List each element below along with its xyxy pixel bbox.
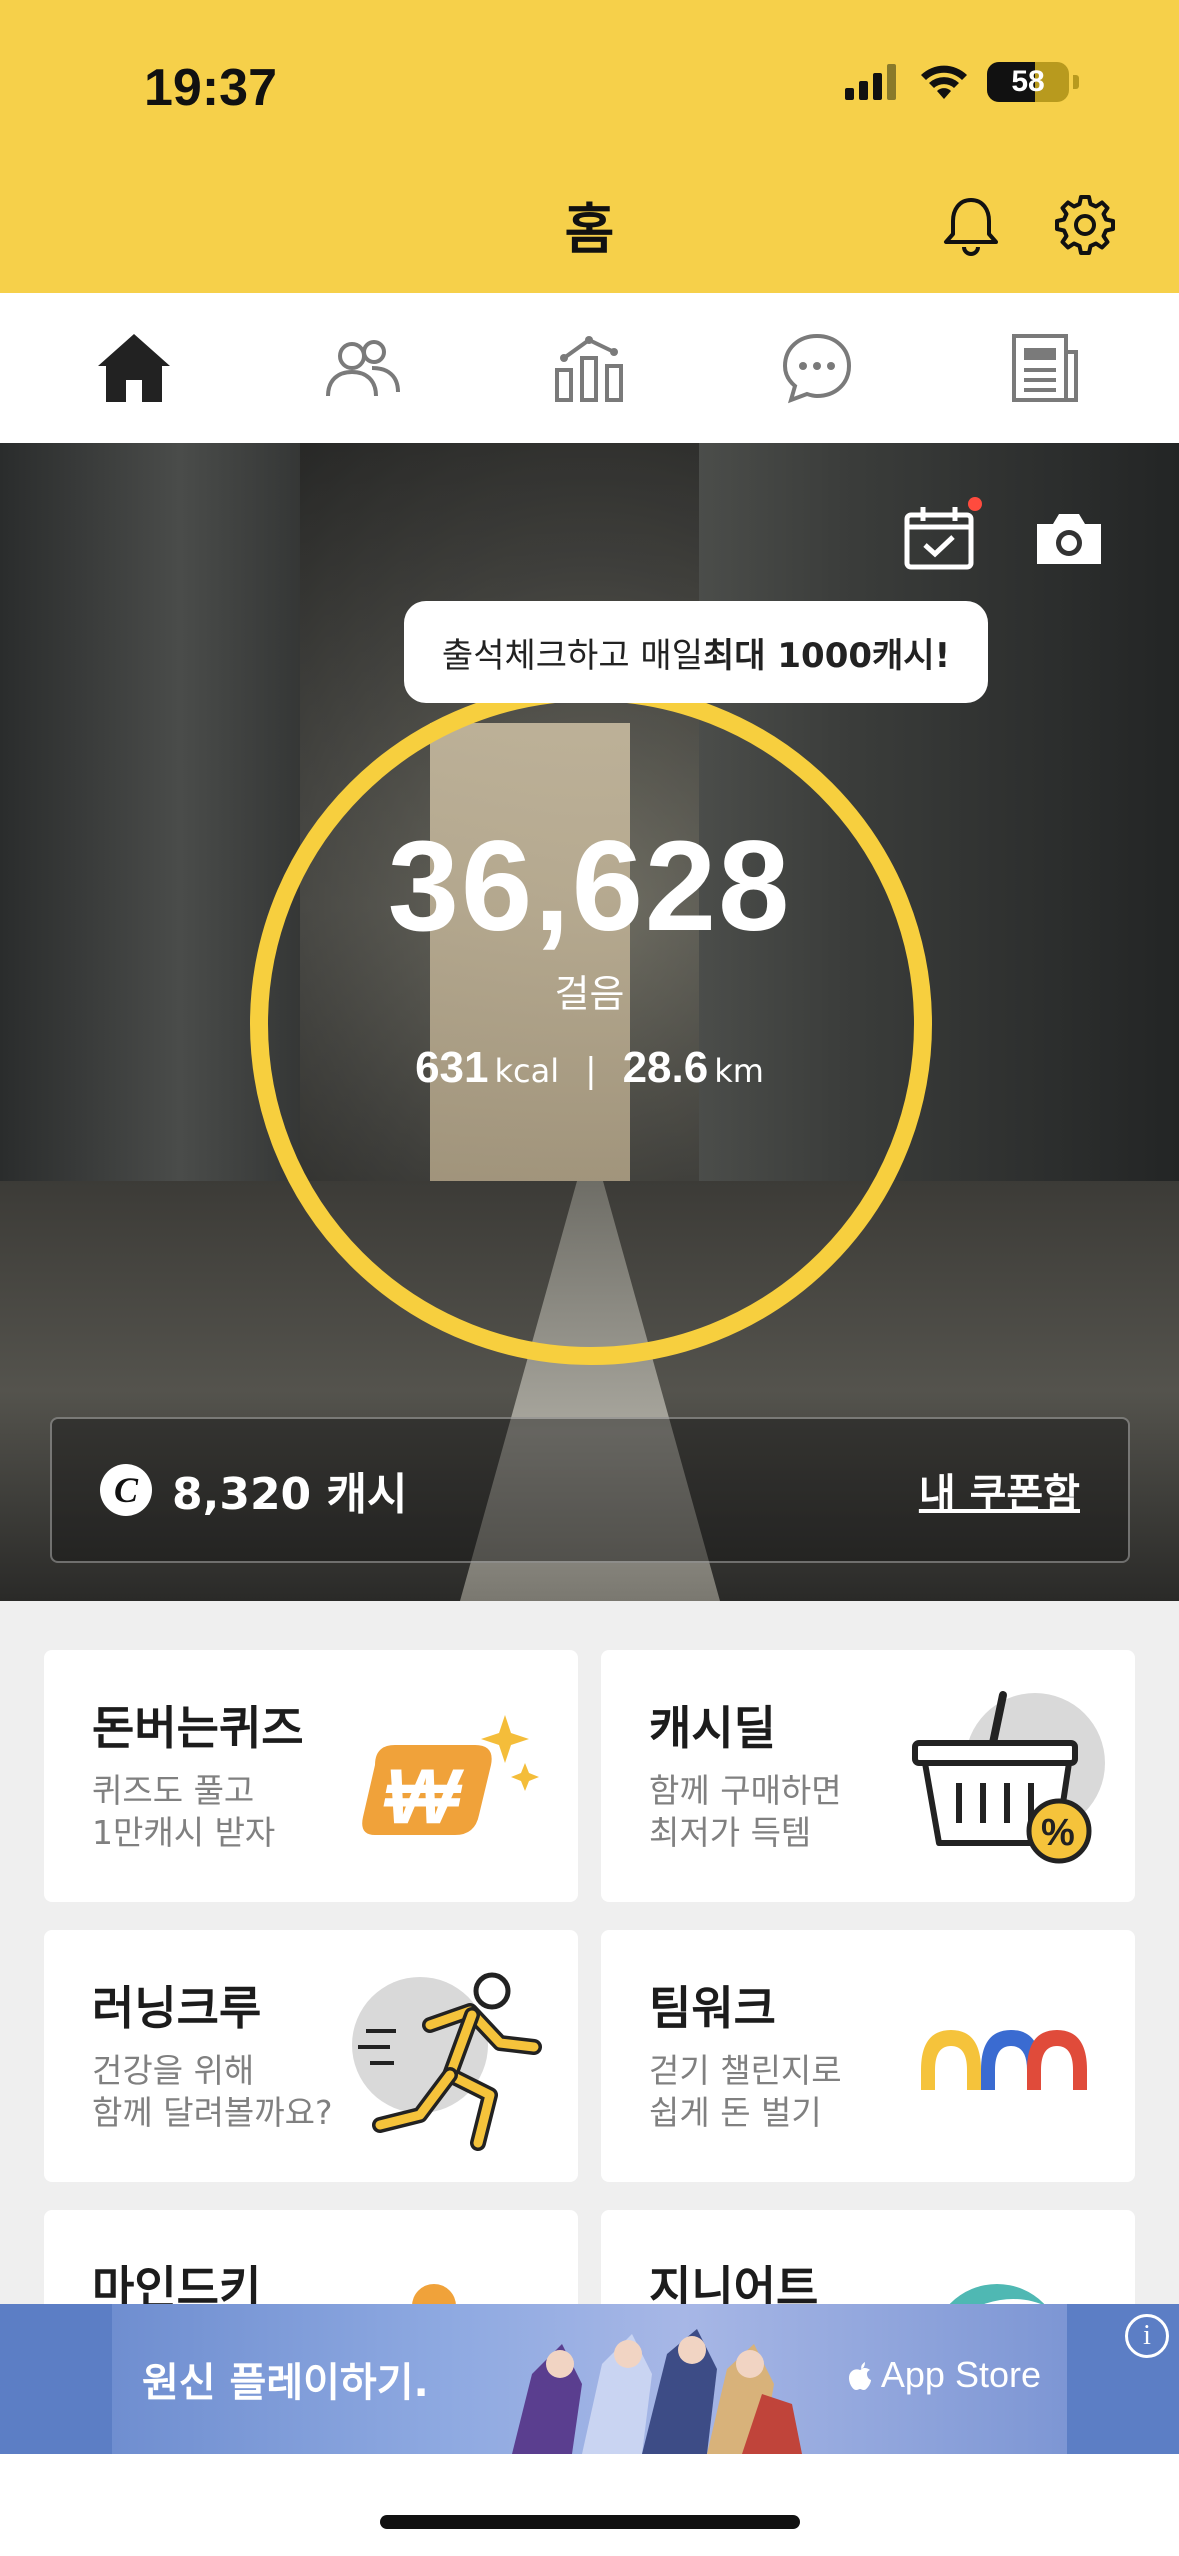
step-count-label: 걸음 xyxy=(554,972,625,1016)
home-indicator[interactable] xyxy=(380,2515,800,2529)
card-running-crew[interactable]: 러닝크루 건강을 위해 함께 달려볼까요? xyxy=(44,1930,578,2182)
gear-icon xyxy=(1055,195,1115,255)
camera-icon xyxy=(1037,514,1101,564)
step-progress-ring xyxy=(250,683,932,1365)
attendance-tooltip[interactable]: 출석체크하고 매일 최대 1000캐시! xyxy=(404,601,988,703)
calendar-check-icon xyxy=(904,507,974,570)
basket-discount-icon: % xyxy=(907,1680,1107,1880)
newspaper-icon xyxy=(1012,334,1079,402)
distance-value: 28.6 xyxy=(622,1043,709,1092)
battery-icon: 58 xyxy=(987,62,1069,102)
distance-unit: km xyxy=(714,1052,764,1090)
step-hero: 출석체크하고 매일 최대 1000캐시! 36,628 걸음 631 kcal |… xyxy=(0,443,1179,1601)
ad-banner[interactable]: 원신 플레이하기. App Store i xyxy=(0,2304,1179,2454)
settings-button[interactable] xyxy=(1050,190,1120,260)
cash-balance-bar[interactable]: C 8,320 캐시 내 쿠폰함 xyxy=(50,1417,1130,1563)
ad-headline: 원신 플레이하기. xyxy=(142,2360,429,2406)
battery-level: 58 xyxy=(1011,65,1045,98)
card-money-quiz[interactable]: 돈버는퀴즈 퀴즈도 풀고 1만캐시 받자 ₩ xyxy=(44,1650,578,1902)
bell-icon xyxy=(944,198,998,256)
status-icons: 58 xyxy=(845,62,1079,102)
attendance-button[interactable] xyxy=(900,497,982,573)
calories-value: 631 xyxy=(415,1043,489,1092)
svg-text:%: % xyxy=(1041,1812,1075,1854)
signal-icon xyxy=(845,64,896,100)
notification-button[interactable] xyxy=(936,190,1006,260)
ad-creative[interactable]: 원신 플레이하기. App Store xyxy=(112,2304,1067,2454)
app-header: 19:37 58 홈 xyxy=(0,0,1179,293)
camera-button[interactable] xyxy=(1030,503,1108,573)
quiz-won-icon: ₩ xyxy=(350,1680,550,1880)
tab-friends[interactable] xyxy=(302,318,422,418)
chart-icon xyxy=(555,336,624,402)
activity-metrics: 631 kcal | 28.6 km xyxy=(0,1043,1179,1093)
app-store-label: App Store xyxy=(880,2354,1041,2395)
status-time: 19:37 xyxy=(144,59,277,117)
notification-dot xyxy=(968,497,982,511)
bottom-safe-area xyxy=(0,2454,1179,2556)
apple-icon xyxy=(848,2362,871,2390)
tab-stats[interactable] xyxy=(529,318,649,418)
wifi-icon xyxy=(921,65,967,99)
home-icon xyxy=(97,334,170,402)
my-coupons-link[interactable]: 내 쿠폰함 xyxy=(919,1461,1080,1519)
svg-text:₩: ₩ xyxy=(383,1752,465,1840)
tab-chat[interactable] xyxy=(757,318,877,418)
chat-icon xyxy=(783,333,852,404)
card-cash-deal[interactable]: 캐시딜 함께 구매하면 최저가 득템 % xyxy=(601,1650,1135,1902)
people-icon xyxy=(325,340,400,397)
app-store-badge[interactable]: App Store xyxy=(847,2354,1041,2396)
tab-news[interactable] xyxy=(985,318,1105,418)
runner-icon xyxy=(350,1960,550,2160)
cash-coin-icon: C xyxy=(100,1464,152,1516)
card-teamwork[interactable]: 팀워크 걷기 챌린지로 쉽게 돈 벌기 xyxy=(601,1930,1135,2182)
teamwork-arches-icon xyxy=(907,1960,1107,2160)
calories-unit: kcal xyxy=(494,1052,560,1090)
ad-characters-image xyxy=(512,2329,802,2454)
metric-separator: | xyxy=(585,1051,597,1091)
tab-home[interactable] xyxy=(74,318,194,418)
tab-bar xyxy=(0,293,1179,443)
cash-balance: 8,320 캐시 xyxy=(172,1469,408,1520)
ad-info-icon[interactable]: i xyxy=(1125,2314,1169,2358)
step-count: 36,628 xyxy=(387,815,792,958)
